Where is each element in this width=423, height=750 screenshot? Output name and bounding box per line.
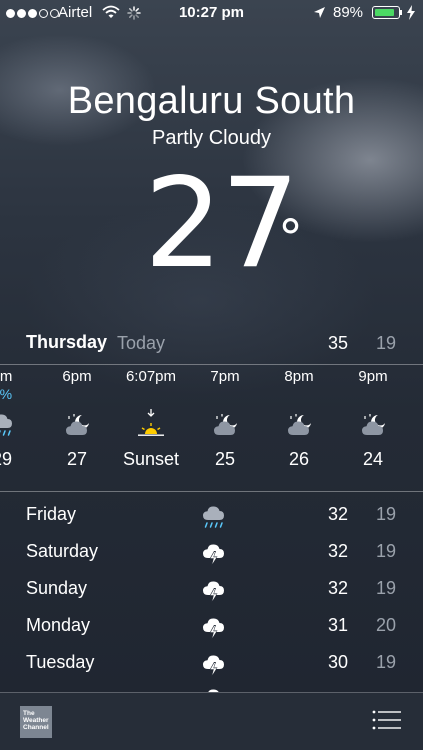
battery-icon [372, 6, 400, 19]
partly-cloudy-night-icon [40, 406, 114, 444]
daily-low: 19 [376, 541, 397, 561]
daily-forecast-row: Saturday 32 19 [0, 534, 423, 571]
daily-day-name: Friday [26, 504, 77, 524]
hourly-item: 7pm 25 [188, 368, 262, 470]
daily-forecast-row: Tuesday 30 19 [0, 645, 423, 682]
today-day-name: Thursday [26, 332, 108, 352]
charging-bolt-icon [407, 5, 415, 20]
daily-forecast-row: Friday 32 19 [0, 497, 423, 534]
hourly-value: 26 [288, 449, 310, 469]
daily-high: 31 [328, 615, 349, 635]
hourly-value: Sunset [122, 449, 180, 469]
thunderstorm-icon [198, 539, 230, 574]
today-low: 19 [376, 333, 397, 353]
thunderstorm-icon [198, 684, 230, 692]
daily-day-name: Monday [26, 615, 91, 635]
hourly-precip-chance: 0% [0, 386, 13, 402]
hourly-item: 8pm 26 [262, 368, 336, 470]
bottom-toolbar [0, 692, 423, 750]
daily-low: 20 [376, 615, 397, 635]
temperature-value: 27 [144, 152, 300, 296]
daily-day-name: Sunday [26, 578, 88, 598]
sunset-icon [114, 406, 188, 444]
battery-nub [400, 10, 402, 15]
hourly-time: 7pm [210, 368, 240, 385]
partly-cloudy-night-icon [336, 406, 410, 444]
daily-high: 32 [328, 578, 349, 598]
divider [0, 491, 423, 492]
hourly-precip-chance [188, 386, 262, 402]
hourly-time: 6pm [62, 368, 92, 385]
thunderstorm-icon [198, 613, 230, 648]
city-name: Bengaluru South [67, 80, 356, 122]
daily-low: 19 [376, 578, 397, 598]
list-icon[interactable] [372, 710, 402, 730]
rain-icon [198, 502, 230, 537]
hourly-item: 9pm 24 [336, 368, 410, 470]
today-high: 35 [328, 333, 349, 353]
thunderstorm-icon [198, 650, 230, 685]
partly-cloudy-night-icon [262, 406, 336, 444]
hourly-precip-chance [40, 386, 114, 402]
location-arrow-icon [314, 7, 325, 18]
daily-high: 30 [328, 652, 349, 672]
hourly-forecast[interactable]: pm0% 296pm 276:07pm Sunset7pm 258pm 269p… [0, 364, 423, 491]
battery-level-fill [374, 8, 395, 16]
weather-channel-logo[interactable]: The Weather Channel [20, 706, 52, 738]
hourly-value: 27 [66, 449, 88, 469]
hourly-precip-chance [262, 386, 336, 402]
daily-day-name: Saturday [26, 541, 99, 561]
hourly-time: pm [0, 368, 13, 385]
thunderstorm-icon [198, 576, 230, 611]
hourly-time: 6:07pm [125, 368, 177, 385]
daily-high: 32 [328, 541, 349, 561]
hourly-precip-chance [336, 386, 410, 402]
daily-forecast[interactable]: Friday 32 19 Saturday 32 19 Sunday 32 19 Monda… [0, 497, 423, 692]
daily-high: 32 [328, 504, 349, 524]
hourly-item: 6pm 27 [40, 368, 114, 470]
daily-low: 19 [376, 652, 397, 672]
hourly-value: 25 [214, 449, 236, 469]
hourly-value: 29 [0, 449, 13, 469]
status-bar: Airtel 10:27 pm 89% [0, 0, 423, 28]
weather-condition: Partly Cloudy [152, 127, 271, 149]
battery-percentage: 89% [333, 4, 364, 21]
current-temperature: 27 ° [144, 162, 303, 286]
daily-forecast-row: Sunday 32 19 [0, 571, 423, 608]
degree-symbol: ° [278, 209, 303, 267]
daily-day-name: Tuesday [26, 652, 95, 672]
hourly-time: 8pm [284, 368, 314, 385]
hourly-value: 24 [362, 449, 384, 469]
divider [0, 692, 423, 693]
daily-forecast-row: Monday 31 20 [0, 608, 423, 645]
partly-cloudy-night-icon [188, 406, 262, 444]
today-label: Today [117, 333, 166, 353]
hourly-item: 6:07pm Sunset [114, 368, 188, 470]
daily-low: 19 [376, 504, 397, 524]
rain-icon [0, 406, 39, 444]
hourly-precip-chance [114, 386, 188, 402]
hourly-item: pm0% 29 [0, 368, 39, 470]
hourly-time: 9pm [358, 368, 388, 385]
